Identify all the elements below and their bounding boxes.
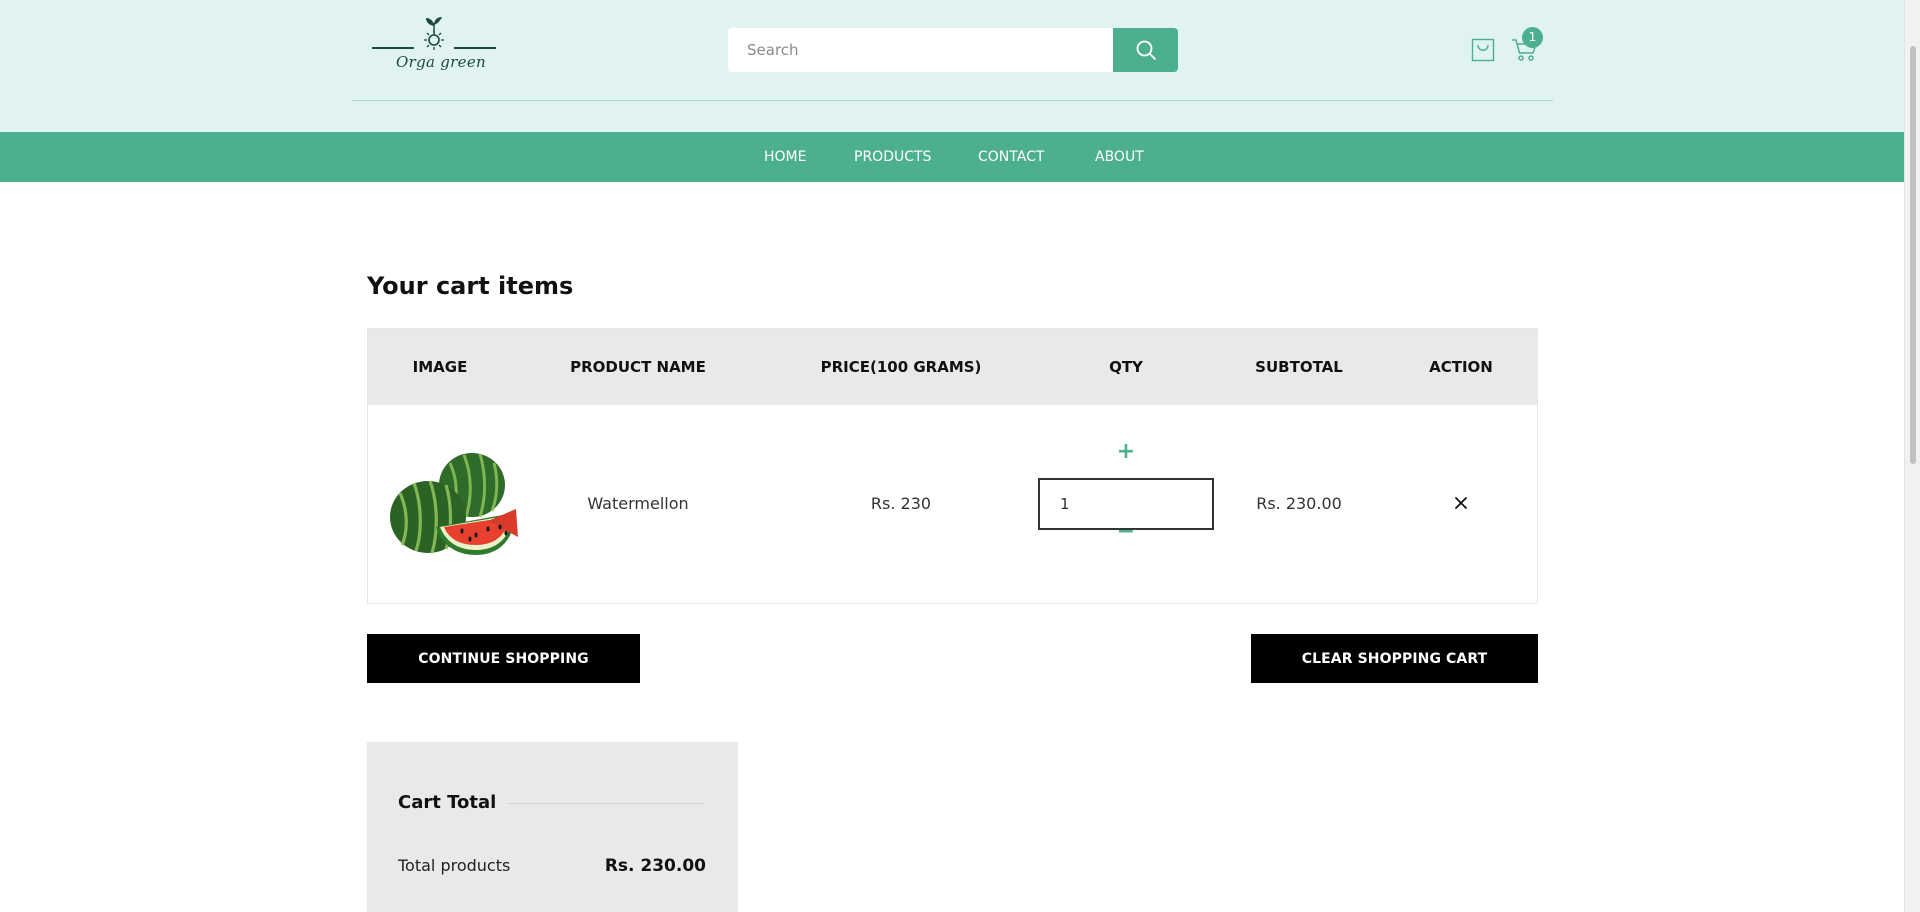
page-title: Your cart items [367,272,574,300]
logo-text: Orga green [396,53,486,71]
cart-total-title: Cart Total [398,792,497,813]
clear-cart-button[interactable]: CLEAR SHOPPING CART [1251,634,1538,683]
column-header-action: ACTION [1429,358,1493,376]
site-header: Orga green 1 [0,0,1904,132]
total-products-label: Total products [398,856,511,875]
divider [507,803,704,804]
close-icon [1455,497,1467,509]
search-input[interactable] [728,28,1113,72]
logo[interactable]: Orga green [370,16,500,76]
watermelon-image[interactable] [388,451,520,559]
page-scrollbar[interactable] [1904,0,1920,912]
cart-total-panel: Cart Total Total products Rs. 230.00 [367,742,738,912]
remove-item-button[interactable] [1449,491,1473,515]
column-header-subtotal: SUBTOTAL [1255,358,1343,376]
sprout-logo-icon [372,17,496,50]
search-box [728,28,1113,72]
column-header-product-name: PRODUCT NAME [570,358,706,376]
nav-item-contact[interactable]: CONTACT [978,132,1044,182]
product-subtotal: Rs. 230.00 [1256,494,1342,513]
table-header: IMAGE PRODUCT NAME PRICE(100 GRAMS) QTY … [368,329,1537,405]
nav-item-products[interactable]: PRODUCTS [854,132,931,182]
continue-shopping-button[interactable]: CONTINUE SHOPPING [367,634,640,683]
table-row: Watermellon Rs. 230 + − Rs. 230.00 [368,405,1537,603]
nav-item-about[interactable]: ABOUT [1095,132,1144,182]
search-icon [1136,40,1156,60]
nav-item-home[interactable]: HOME [764,132,806,182]
total-products-value: Rs. 230.00 [604,856,706,876]
scrollbar-thumb[interactable] [1910,46,1916,464]
cart-table: IMAGE PRODUCT NAME PRICE(100 GRAMS) QTY … [367,328,1538,604]
header-inner: Orga green 1 [352,0,1553,101]
qty-increase-button[interactable]: + [1113,439,1139,465]
product-name[interactable]: Watermellon [587,405,688,603]
product-price: Rs. 230 [870,494,932,513]
column-header-image: IMAGE [412,358,468,376]
search-button[interactable] [1113,28,1178,72]
column-header-qty: QTY [1109,358,1143,376]
shopping-bag-button[interactable] [1470,37,1496,63]
cart-count-badge: 1 [1522,27,1543,48]
shopping-bag-icon [1471,38,1495,62]
main-nav: HOME PRODUCTS CONTACT ABOUT [0,132,1904,182]
column-header-price: PRICE(100 GRAMS) [820,358,982,376]
qty-decrease-button[interactable]: − [1113,519,1139,545]
